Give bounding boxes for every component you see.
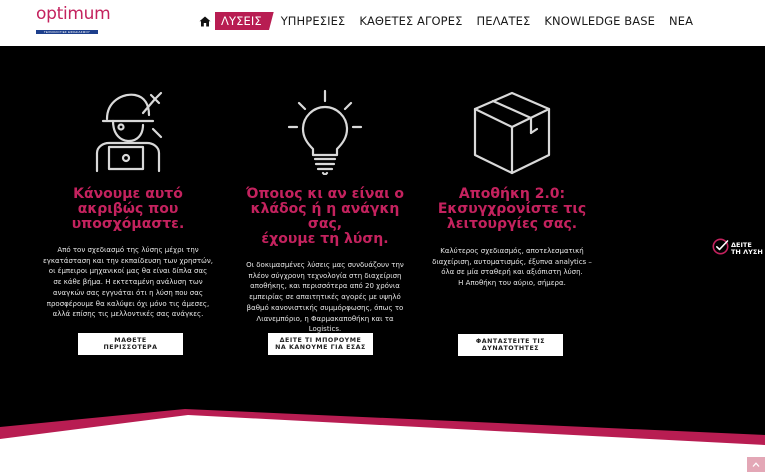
nav-item-news[interactable]: ΝΕΑ xyxy=(662,12,700,30)
body-line: αναγκών σας εγγυάται ότι η λύση που σας xyxy=(53,288,203,297)
column-heading: Αποθήκη 2.0: Εκσυγχρονίστε τις λειτουργί… xyxy=(424,187,600,232)
imagine-possibilities-button[interactable]: ΦΑΝΤΑΣΤΕΙΤΕ ΤΙΣ ΔΥΝΑΤΟΤΗΤΕΣ xyxy=(458,334,563,356)
nav-item-knowledge-base[interactable]: KNOWLEDGE BASE xyxy=(537,12,662,30)
lightbulb-icon xyxy=(232,80,418,175)
column-industry: Όποιος κι αν είναι ο κλάδος ή η ανάγκη σ… xyxy=(232,80,418,335)
nav-item-clients[interactable]: ΠΕΛΑΤΕΣ xyxy=(469,12,537,30)
column-body: Καλύτερος σχεδιασμός, αποτελεσματική δια… xyxy=(424,246,600,289)
heading-line: έχουμε τη λύση. xyxy=(261,231,389,247)
body-line: Οι δοκιμασμένες λύσεις μας συνδυάζουν τη… xyxy=(246,261,404,269)
see-solution-label: ΔΕΙΤΕ ΤΗ ΛΥΣΗ xyxy=(731,242,763,256)
body-line: αλλά επίσης τις μελλοντικές σας ανάγκες. xyxy=(52,310,204,319)
button-label: ΝΑ ΚΑΝΟΥΜΕ ΓΙΑ ΕΣΑΣ xyxy=(275,344,366,351)
button-label: ΔΕΙΤΕ ΤΙ ΜΠΟΡΟΥΜΕ xyxy=(279,336,362,344)
check-circle-icon xyxy=(712,238,729,260)
heading-line: ακριβώς που xyxy=(77,201,179,217)
body-line: πλέον σύγχρονη τεχνολογία στη διαχείριση xyxy=(248,271,402,280)
body-line: Λιανεμπόριο, η Φαρμακαποθήκη και τα xyxy=(256,314,394,323)
box-icon xyxy=(424,80,600,175)
home-icon[interactable] xyxy=(196,12,214,30)
button-label: ΔΥΝΑΤΟΤΗΤΕΣ xyxy=(481,345,540,352)
see-solution-widget[interactable]: ΔΕΙΤΕ ΤΗ ΛΥΣΗ xyxy=(712,238,763,260)
heading-line: υποσχόμαστε. xyxy=(71,216,185,232)
heading-line: Αποθήκη 2.0: xyxy=(458,186,566,202)
body-line: αποθήκης, και περισσότερα από 20 χρόνια xyxy=(250,282,400,291)
body-line: Η Αποθήκη του αύριο, σήμερα. xyxy=(458,279,566,288)
see-solution-line: ΤΗ ΛΥΣΗ xyxy=(731,248,763,256)
body-line: σε κάθε βήμα. Η εκτεταμένη ανάλυση των xyxy=(53,278,203,287)
body-line: Καλύτερος σχεδιασμός, αποτελεσματική xyxy=(440,247,584,255)
heading-line: κλάδος ή η ανάγκη σας, xyxy=(250,201,400,232)
site-header: optimum ΤΕΧΝΟΛΟΓΙΕΣ ΕΦΟΔΙΑΣΜΟΥ ΛΥΣΕΙΣ ΥΠ… xyxy=(0,0,765,46)
bottom-wave xyxy=(0,409,765,472)
nav-item-vertical-markets[interactable]: ΚΑΘΕΤΕΣ ΑΓΟΡΕΣ xyxy=(352,12,469,30)
body-line: προσφέρουμε θα καλύψει όχι μόνο τις άμεσ… xyxy=(46,299,210,308)
body-line: όλα σε μία σταθερή και αξιόπιστη λύση. xyxy=(441,268,583,277)
button-label: ΠΕΡΙΣΣΟΤΕΡΑ xyxy=(103,344,158,351)
heading-line: Εκσυγχρονίστε τις xyxy=(437,201,587,217)
learn-more-button[interactable]: ΜΑΘΕΤΕ ΠΕΡΙΣΣΟΤΕΡΑ xyxy=(78,333,183,355)
body-line: βαθμό κανονιστικής συμμόρφωσης, όπως το xyxy=(246,303,404,312)
body-line: Από τον σχεδιασμό της λύσης μέχρι την xyxy=(57,246,199,254)
main-nav: ΛΥΣΕΙΣ ΥΠΗΡΕΣΙΕΣ ΚΑΘΕΤΕΣ ΑΓΟΡΕΣ ΠΕΛΑΤΕΣ … xyxy=(196,11,700,31)
column-body: Από τον σχεδιασμό της λύσης μέχρι την εγ… xyxy=(38,245,218,320)
column-warehouse: Αποθήκη 2.0: Εκσυγχρονίστε τις λειτουργί… xyxy=(424,80,600,289)
column-promise: Κάνουμε αυτό ακριβώς που υποσχόμαστε. Απ… xyxy=(38,80,218,320)
heading-line: λειτουργίες σας. xyxy=(446,216,578,232)
engineer-wrench-icon xyxy=(38,80,218,175)
button-label: ΦΑΝΤΑΣΤΕΙΤΕ ΤΙΣ xyxy=(475,337,546,345)
logo-tagline: ΤΕΧΝΟΛΟΓΙΕΣ ΕΦΟΔΙΑΣΜΟΥ xyxy=(36,30,98,34)
button-label: ΜΑΘΕΤΕ xyxy=(114,336,147,344)
optimum-logo[interactable]: optimum ΤΕΧΝΟΛΟΓΙΕΣ ΕΦΟΔΙΑΣΜΟΥ xyxy=(36,4,111,37)
logo-wordmark: optimum xyxy=(36,4,111,24)
heading-line: Κάνουμε αυτό xyxy=(73,186,183,202)
body-line: εμπειρίας σε απαιτητικές αγορές με υψηλό xyxy=(249,293,401,302)
scroll-to-top-button[interactable] xyxy=(747,457,765,472)
column-heading: Όποιος κι αν είναι ο κλάδος ή η ανάγκη σ… xyxy=(232,187,418,247)
chevron-up-icon xyxy=(752,462,760,467)
column-body: Οι δοκιμασμένες λύσεις μας συνδυάζουν τη… xyxy=(232,260,418,335)
page: optimum ΤΕΧΝΟΛΟΓΙΕΣ ΕΦΟΔΙΑΣΜΟΥ ΛΥΣΕΙΣ ΥΠ… xyxy=(0,0,765,472)
nav-item-solutions[interactable]: ΛΥΣΕΙΣ xyxy=(215,12,274,30)
heading-line: Όποιος κι αν είναι ο xyxy=(245,186,405,202)
column-heading: Κάνουμε αυτό ακριβώς που υποσχόμαστε. xyxy=(38,187,218,232)
nav-item-services[interactable]: ΥΠΗΡΕΣΙΕΣ xyxy=(274,12,353,30)
see-what-we-can-do-button[interactable]: ΔΕΙΤΕ ΤΙ ΜΠΟΡΟΥΜΕ ΝΑ ΚΑΝΟΥΜΕ ΓΙΑ ΕΣΑΣ xyxy=(268,333,373,355)
body-line: διαχείριση, αυτοματισμός, έξυπνα analyti… xyxy=(432,257,592,266)
body-line: οι έμπειροι μηχανικοί μας θα είναι δίπλα… xyxy=(48,267,208,276)
body-line: εγκατάσταση και την εκπαίδευση των χρηστ… xyxy=(42,256,214,265)
